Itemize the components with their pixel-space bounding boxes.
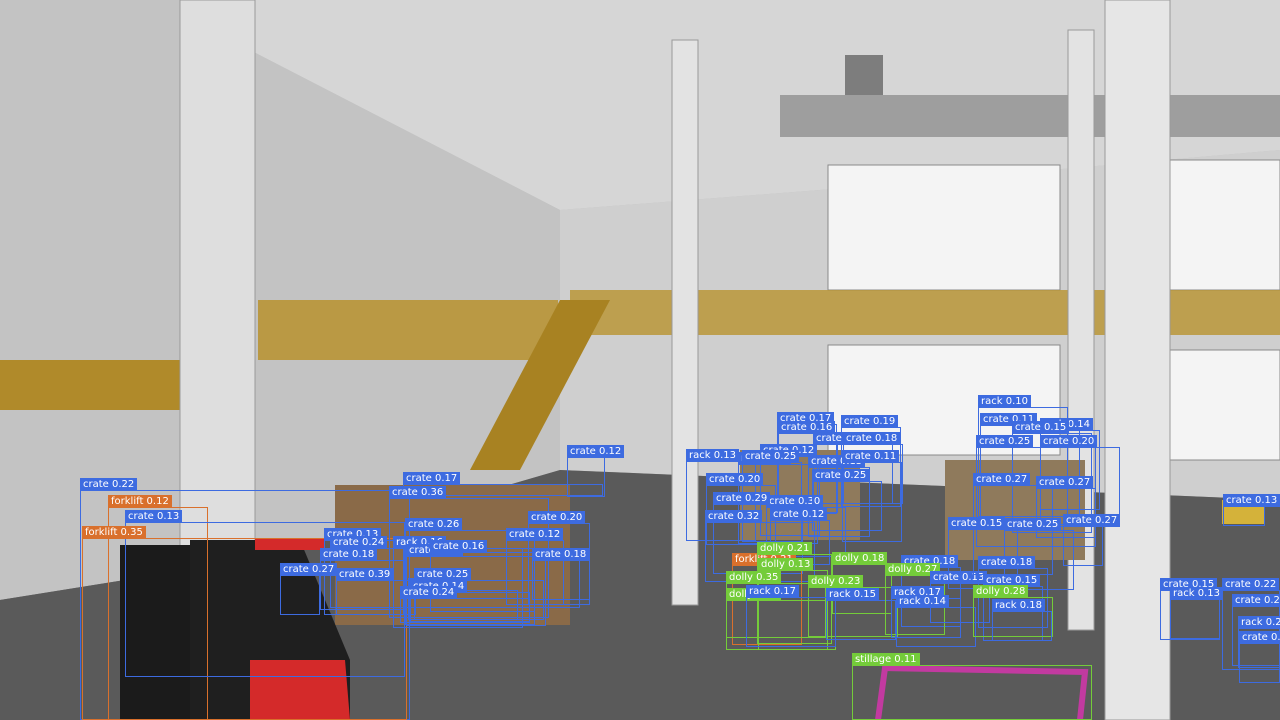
crate-detection-label: crate 0.25 <box>742 450 800 463</box>
dolly-detection-label: dolly 0.23 <box>808 575 864 588</box>
crate-detection-label: crate 0.15 <box>948 517 1006 530</box>
crate-detection-box: crate 0.12 <box>567 445 625 497</box>
crate-detection-label: crate 0.24 <box>400 586 458 599</box>
crate-detection-label: crate 0.19 <box>841 415 899 428</box>
crate-detection-label: crate 0.13 <box>1239 631 1280 644</box>
crate-detection-box: crate 0.27 <box>1063 514 1121 566</box>
crate-detection-label: crate 0.15 <box>1012 421 1070 434</box>
forklift-detection-label: forklift 0.35 <box>82 526 146 539</box>
crate-detection-label: crate 0.22 <box>1232 594 1280 607</box>
crate-detection-label: crate 0.12 <box>506 528 564 541</box>
rack-detection-label: rack 0.17 <box>746 585 799 598</box>
crate-detection-label: crate 0.36 <box>389 486 447 499</box>
crate-detection-label: crate 0.27 <box>1036 476 1094 489</box>
crate-detection-label: crate 0.25 <box>1004 518 1062 531</box>
crate-detection-box: crate 0.27 <box>280 563 338 615</box>
crate-detection-label: crate 0.27 <box>973 473 1031 486</box>
crate-detection-label: crate 0.12 <box>567 445 625 458</box>
crate-detection-label: crate 0.12 <box>770 508 828 521</box>
crate-detection-label: crate 0.17 <box>403 472 461 485</box>
rack-detection-label: rack 0.14 <box>896 595 949 608</box>
stillage-detection-box: stillage 0.11 <box>852 653 1092 720</box>
rack-detection-label: rack 0.13 <box>686 449 739 462</box>
crate-detection-label: crate 0.11 <box>842 450 900 463</box>
dolly-detection-label: dolly 0.21 <box>757 542 813 555</box>
crate-detection-label: crate 0.27 <box>1063 514 1121 527</box>
rack-detection-label: rack 0.10 <box>978 395 1031 408</box>
crate-detection-label: crate 0.32 <box>705 510 763 523</box>
crate-detection-label: crate 0.20 <box>706 473 764 486</box>
detection-overlay: crate 0.22 forklift 0.12 crate 0.13 forklif… <box>0 0 1280 720</box>
rack-detection-box: rack 0.13 <box>1170 587 1223 639</box>
detection-viewport: crate 0.22 forklift 0.12 crate 0.13 forklif… <box>0 0 1280 720</box>
dolly-detection-label: dolly 0.28 <box>973 585 1029 598</box>
crate-detection-label: crate 0.18 <box>532 548 590 561</box>
crate-detection-label: crate 0.16 <box>430 540 488 553</box>
crate-detection-label: crate 0.20 <box>528 511 586 524</box>
crate-detection-label: crate 0.13 <box>1223 494 1280 507</box>
rack-detection-box: rack 0.14 <box>896 595 976 647</box>
crate-detection-box: crate 0.13 <box>1223 494 1280 526</box>
crate-detection-label: crate 0.29 <box>713 492 771 505</box>
rack-detection-label: rack 0.2 <box>1238 616 1280 629</box>
crate-detection-box: crate 0.13 <box>1239 631 1280 683</box>
crate-detection-label: crate 0.27 <box>280 563 338 576</box>
crate-detection-label: crate 0.13 <box>125 510 183 523</box>
crate-detection-label: crate 0.22 <box>1222 578 1280 591</box>
rack-detection-label: rack 0.18 <box>992 599 1045 612</box>
crate-detection-label: crate 0.26 <box>405 518 463 531</box>
rack-detection-box: rack 0.17 <box>746 585 836 647</box>
dolly-detection-label: dolly 0.35 <box>726 571 782 584</box>
rack-detection-label: rack 0.13 <box>1170 587 1223 600</box>
crate-detection-label: crate 0.39 <box>336 568 394 581</box>
crate-detection-label: crate 0.22 <box>80 478 138 491</box>
crate-detection-label: crate 0.18 <box>978 556 1036 569</box>
rack-detection-label: rack 0.15 <box>826 588 879 601</box>
crate-detection-label: crate 0.25 <box>976 435 1034 448</box>
crate-detection-box: crate 0.24 <box>400 586 530 623</box>
crate-detection-label: crate 0.25 <box>812 469 870 482</box>
crate-detection-label: crate 0.18 <box>320 548 378 561</box>
stillage-detection-label: stillage 0.11 <box>852 653 920 666</box>
rack-detection-box: rack 0.18 <box>992 599 1052 641</box>
crate-detection-label: crate 0.18 <box>843 432 901 445</box>
crate-detection-label: crate 0.20 <box>1040 435 1098 448</box>
dolly-detection-label: dolly 0.13 <box>758 558 814 571</box>
forklift-detection-label: forklift 0.12 <box>108 495 172 508</box>
dolly-detection-label: dolly 0.18 <box>832 552 888 565</box>
